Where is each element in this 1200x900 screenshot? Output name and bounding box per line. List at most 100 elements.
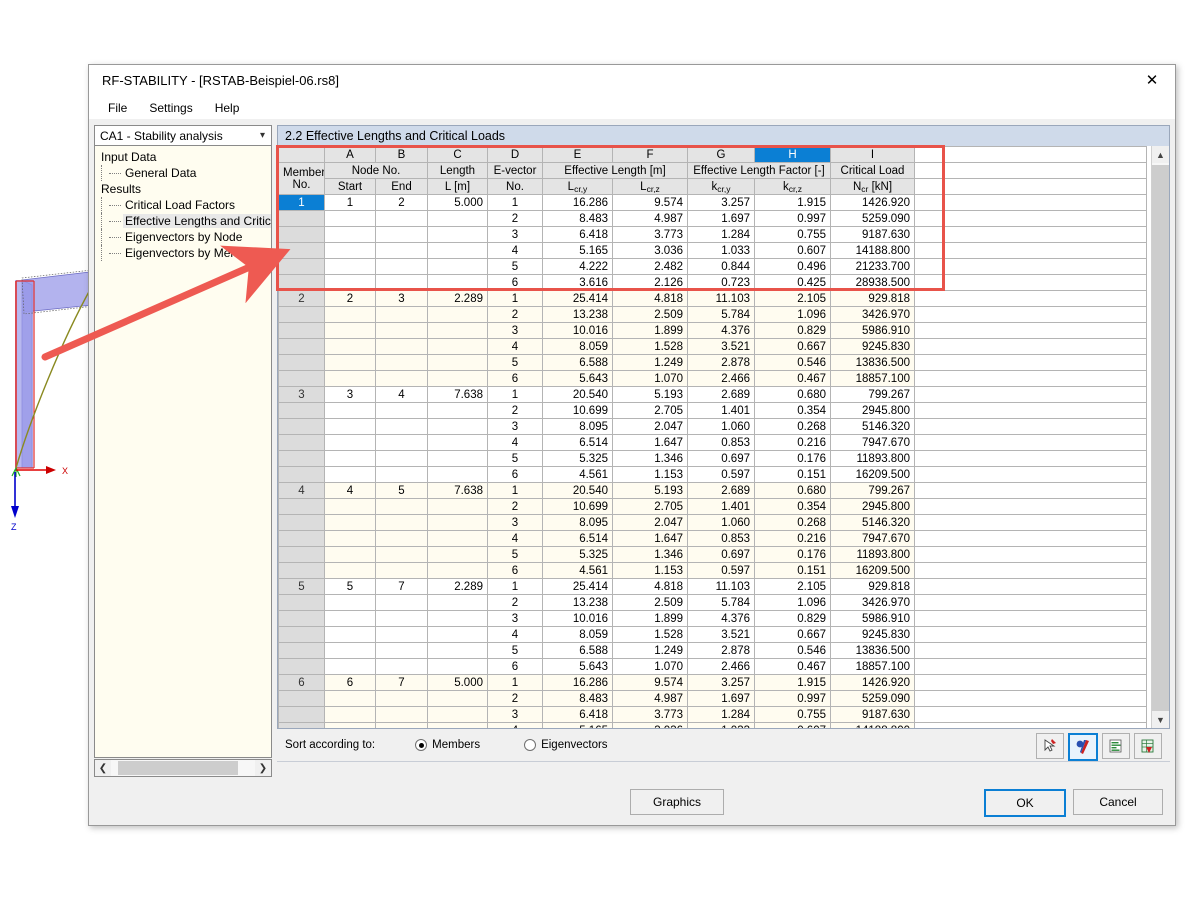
cell-ncr[interactable]: 16209.500 <box>830 466 915 483</box>
cell-kcrz[interactable]: 0.176 <box>754 546 831 563</box>
table-row[interactable]: 6 5.643 1.070 2.466 0.467 18857.100 <box>278 370 1147 387</box>
cell-node-end[interactable] <box>375 610 428 627</box>
cell-lcry[interactable]: 8.095 <box>542 418 613 435</box>
cell-evector-no[interactable]: 4 <box>487 722 543 728</box>
cell-node-end[interactable] <box>375 642 428 659</box>
cell-lcrz[interactable]: 5.193 <box>612 482 688 499</box>
cell-kcrz[interactable]: 0.607 <box>754 722 831 728</box>
vscroll-thumb[interactable] <box>1152 165 1169 711</box>
cell-node-end[interactable] <box>375 594 428 611</box>
cell-member-no[interactable] <box>278 450 325 467</box>
menu-help[interactable]: Help <box>206 99 249 117</box>
table-row[interactable]: 5 4.222 2.482 0.844 0.496 21233.700 <box>278 258 1147 275</box>
cell-kcry[interactable]: 11.103 <box>687 578 755 595</box>
cell-kcrz[interactable]: 0.151 <box>754 562 831 579</box>
table-row[interactable]: 5 5.325 1.346 0.697 0.176 11893.800 <box>278 546 1147 563</box>
cell-ncr[interactable]: 11893.800 <box>830 546 915 563</box>
cell-kcrz[interactable]: 0.268 <box>754 418 831 435</box>
cell-kcry[interactable]: 2.878 <box>687 354 755 371</box>
cell-node-start[interactable] <box>324 706 376 723</box>
cell-lcry[interactable]: 25.414 <box>542 290 613 307</box>
cell-evector-no[interactable]: 3 <box>487 706 543 723</box>
cell-member-no[interactable] <box>278 530 325 547</box>
cell-kcrz[interactable]: 1.096 <box>754 306 831 323</box>
cell-ncr[interactable]: 3426.970 <box>830 306 915 323</box>
cell-member-no[interactable] <box>278 642 325 659</box>
cell-kcrz[interactable]: 0.667 <box>754 626 831 643</box>
cell-member-no[interactable]: 3 <box>278 386 325 403</box>
cell-evector-no[interactable]: 5 <box>487 642 543 659</box>
cell-length[interactable] <box>427 498 488 515</box>
cell-member-no[interactable]: 2 <box>278 290 325 307</box>
cell-ncr[interactable]: 18857.100 <box>830 370 915 387</box>
cell-kcry[interactable]: 0.597 <box>687 562 755 579</box>
cell-node-start[interactable] <box>324 514 376 531</box>
cell-ncr[interactable]: 14188.800 <box>830 722 915 728</box>
cell-length[interactable] <box>427 690 488 707</box>
table-row[interactable]: 6 4.561 1.153 0.597 0.151 16209.500 <box>278 562 1147 579</box>
table-row[interactable]: 2 10.699 2.705 1.401 0.354 2945.800 <box>278 402 1147 419</box>
radio-members-indicator[interactable] <box>415 739 428 751</box>
cell-member-no[interactable] <box>278 274 325 291</box>
tree-item-input-data[interactable]: Input Data <box>95 149 271 165</box>
cell-lcry[interactable]: 8.483 <box>542 690 613 707</box>
cell-node-start[interactable]: 5 <box>324 578 376 595</box>
cell-length[interactable] <box>427 258 488 275</box>
cell-length[interactable] <box>427 530 488 547</box>
cell-lcrz[interactable]: 3.036 <box>612 722 688 728</box>
cell-kcry[interactable]: 4.376 <box>687 322 755 339</box>
cell-node-end[interactable] <box>375 402 428 419</box>
cell-ncr[interactable]: 929.818 <box>830 578 915 595</box>
cell-node-end[interactable] <box>375 626 428 643</box>
cell-kcrz[interactable]: 1.915 <box>754 194 831 211</box>
cell-member-no[interactable] <box>278 402 325 419</box>
cell-evector-no[interactable]: 2 <box>487 594 543 611</box>
cell-length[interactable] <box>427 418 488 435</box>
chevron-right-icon[interactable]: ❯ <box>255 760 271 776</box>
cell-member-no[interactable] <box>278 338 325 355</box>
cell-evector-no[interactable]: 2 <box>487 402 543 419</box>
cell-member-no[interactable] <box>278 258 325 275</box>
cell-evector-no[interactable]: 6 <box>487 466 543 483</box>
cell-lcry[interactable]: 6.588 <box>542 354 613 371</box>
cell-node-end[interactable]: 7 <box>375 578 428 595</box>
cell-lcry[interactable]: 20.540 <box>542 482 613 499</box>
cell-ncr[interactable]: 9187.630 <box>830 706 915 723</box>
cell-length[interactable] <box>427 546 488 563</box>
cell-lcry[interactable]: 13.238 <box>542 306 613 323</box>
col-letter-d[interactable]: D <box>487 146 543 163</box>
table-row[interactable]: 5 6.588 1.249 2.878 0.546 13836.500 <box>278 642 1147 659</box>
cell-kcry[interactable]: 0.697 <box>687 450 755 467</box>
cell-length[interactable] <box>427 274 488 291</box>
cell-evector-no[interactable]: 1 <box>487 578 543 595</box>
cell-kcry[interactable]: 1.401 <box>687 402 755 419</box>
cell-kcry[interactable]: 0.844 <box>687 258 755 275</box>
cell-ncr[interactable]: 9245.830 <box>830 338 915 355</box>
cell-node-end[interactable] <box>375 546 428 563</box>
cell-kcrz[interactable]: 0.151 <box>754 466 831 483</box>
cell-ncr[interactable]: 5146.320 <box>830 514 915 531</box>
cell-ncr[interactable]: 14188.800 <box>830 242 915 259</box>
cell-kcry[interactable]: 2.878 <box>687 642 755 659</box>
cell-kcry[interactable]: 5.784 <box>687 594 755 611</box>
cell-ncr[interactable]: 13836.500 <box>830 354 915 371</box>
cell-evector-no[interactable]: 3 <box>487 226 543 243</box>
cell-member-no[interactable] <box>278 418 325 435</box>
cell-lcrz[interactable]: 2.509 <box>612 594 688 611</box>
cell-kcry[interactable]: 1.060 <box>687 418 755 435</box>
cell-member-no[interactable] <box>278 434 325 451</box>
cell-evector-no[interactable]: 1 <box>487 386 543 403</box>
cell-lcry[interactable]: 10.016 <box>542 610 613 627</box>
cell-node-start[interactable] <box>324 258 376 275</box>
cell-member-no[interactable] <box>278 210 325 227</box>
table-row[interactable]: 6 4.561 1.153 0.597 0.151 16209.500 <box>278 466 1147 483</box>
cell-node-start[interactable]: 4 <box>324 482 376 499</box>
cell-kcrz[interactable]: 0.425 <box>754 274 831 291</box>
cell-kcry[interactable]: 1.284 <box>687 706 755 723</box>
cell-evector-no[interactable]: 4 <box>487 338 543 355</box>
cell-kcry[interactable]: 5.784 <box>687 306 755 323</box>
cell-ncr[interactable]: 1426.920 <box>830 194 915 211</box>
cell-ncr[interactable]: 5259.090 <box>830 210 915 227</box>
table-row[interactable]: 6 3.616 2.126 0.723 0.425 28938.500 <box>278 274 1147 291</box>
cell-length[interactable] <box>427 642 488 659</box>
